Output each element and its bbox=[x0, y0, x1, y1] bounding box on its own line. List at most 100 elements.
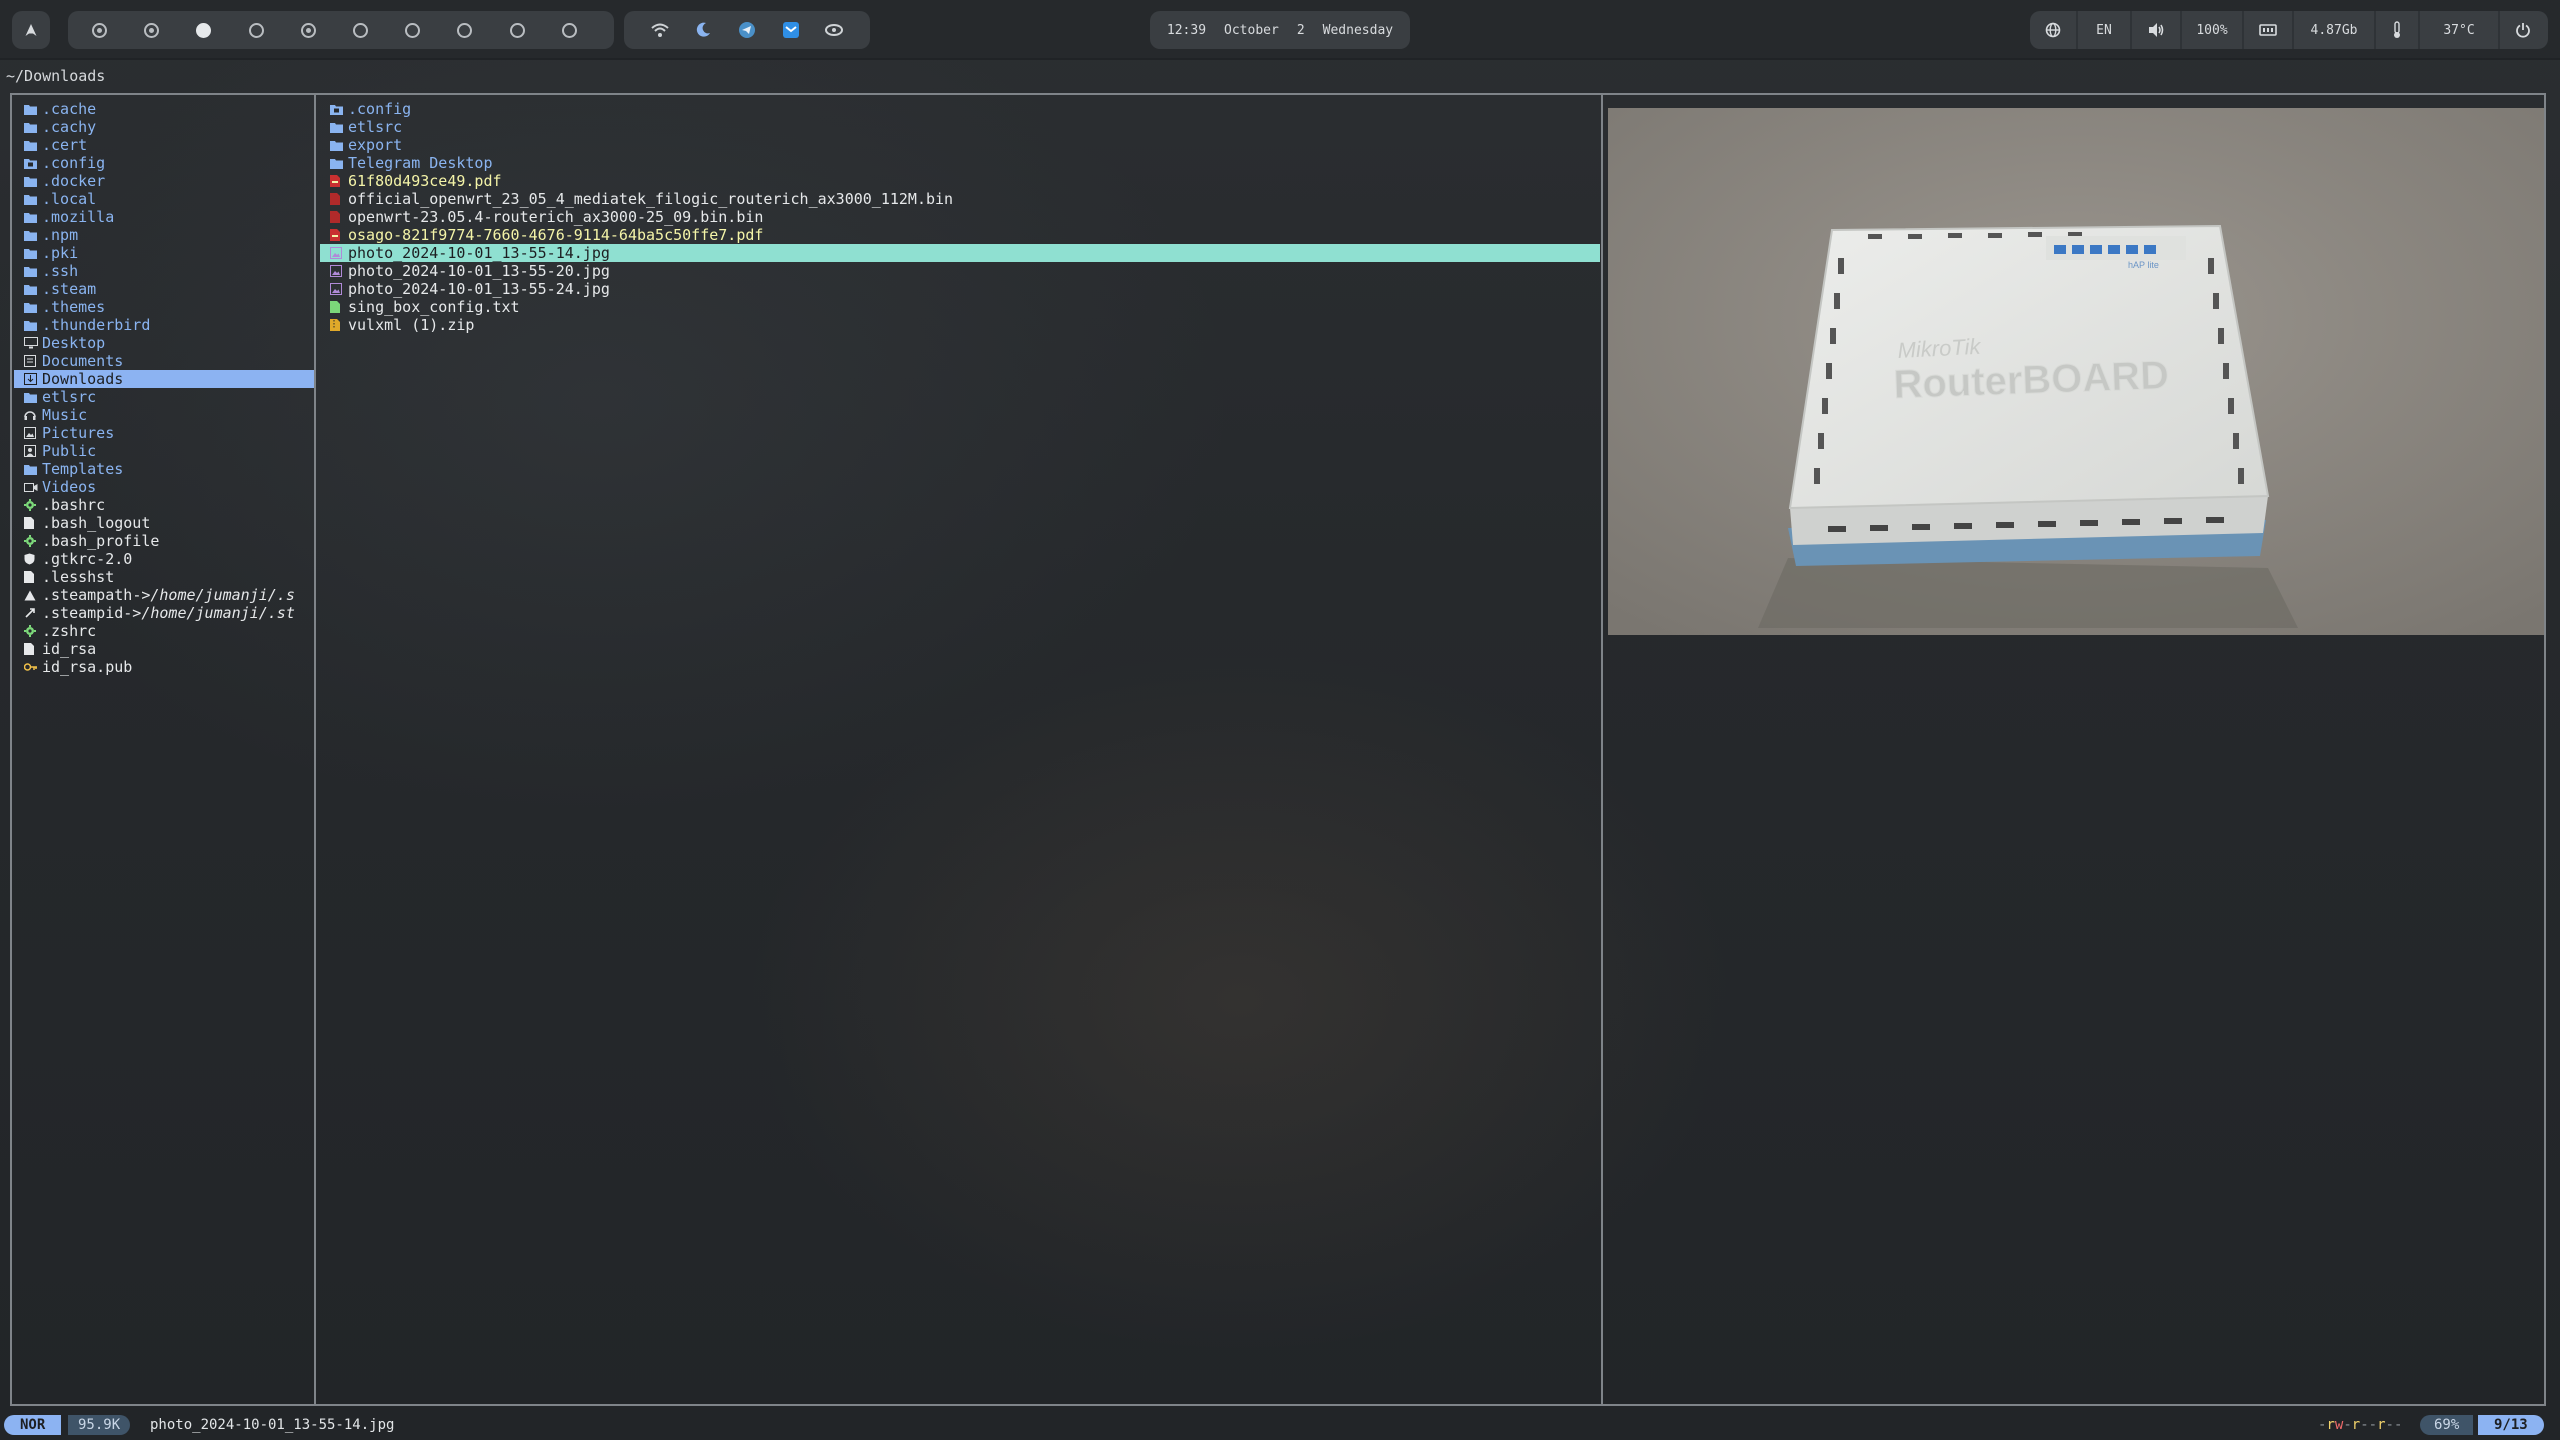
entry-name: id_rsa.pub bbox=[42, 658, 133, 676]
entry-name: .steampath bbox=[42, 586, 133, 604]
entry-name: .lesshst bbox=[42, 568, 115, 586]
entry-name: .cache bbox=[42, 100, 97, 118]
file-entry[interactable]: .thunderbird bbox=[14, 316, 314, 334]
globe-icon[interactable] bbox=[2030, 11, 2078, 49]
workspace-dot-icon bbox=[300, 22, 316, 38]
file-entry[interactable]: openwrt-23.05.4-routerich_ax3000-25_09.b… bbox=[320, 208, 1600, 226]
file-entry[interactable]: .docker bbox=[14, 172, 314, 190]
file-entry[interactable]: .npm bbox=[14, 226, 314, 244]
file-entry[interactable]: .themes bbox=[14, 298, 314, 316]
workspace-3[interactable] bbox=[196, 11, 248, 49]
power-icon[interactable] bbox=[2500, 11, 2546, 49]
selected-entry[interactable]: photo_2024-10-01_13-55-14.jpg bbox=[320, 244, 1600, 262]
image-file-icon bbox=[330, 265, 348, 277]
file-entry[interactable]: .cache bbox=[14, 100, 314, 118]
file-entry[interactable]: Desktop bbox=[14, 334, 314, 352]
entry-name: openwrt-23.05.4-routerich_ax3000-25_09.b… bbox=[348, 208, 764, 226]
folder-icon bbox=[24, 464, 42, 475]
file-entry[interactable]: vulxml (1).zip bbox=[320, 316, 1600, 334]
entry-name: Videos bbox=[42, 478, 97, 496]
file-entry[interactable]: .config bbox=[14, 154, 314, 172]
workspace-6[interactable] bbox=[353, 11, 405, 49]
file-entry[interactable]: .cachy bbox=[14, 118, 314, 136]
workspace-dot-icon bbox=[509, 22, 525, 38]
file-entry[interactable]: official_openwrt_23_05_4_mediatek_filogi… bbox=[320, 190, 1600, 208]
file-entry[interactable]: .bashrc bbox=[14, 496, 314, 514]
launcher-button[interactable] bbox=[12, 11, 50, 49]
file-entry[interactable]: Pictures bbox=[14, 424, 314, 442]
file-entry[interactable]: id_rsa bbox=[14, 640, 314, 658]
workspace-7[interactable] bbox=[405, 11, 457, 49]
workspace-9[interactable] bbox=[509, 11, 562, 49]
file-entry[interactable]: Telegram Desktop bbox=[320, 154, 1600, 172]
file-entry[interactable]: id_rsa.pub bbox=[14, 658, 314, 676]
file-entry[interactable]: 61f80d493ce49.pdf bbox=[320, 172, 1600, 190]
workspace-dot-icon bbox=[405, 22, 421, 38]
file-entry[interactable]: Music bbox=[14, 406, 314, 424]
file-entry[interactable]: .bash_logout bbox=[14, 514, 314, 532]
pane-divider-right[interactable] bbox=[1601, 93, 1603, 1406]
mail-icon[interactable] bbox=[781, 20, 801, 40]
workspace-10[interactable] bbox=[561, 11, 614, 49]
file-entry[interactable]: Documents bbox=[14, 352, 314, 370]
entry-name: photo_2024-10-01_13-55-14.jpg bbox=[348, 244, 610, 262]
file-entry[interactable]: photo_2024-10-01_13-55-24.jpg bbox=[320, 280, 1600, 298]
workspace-2[interactable] bbox=[144, 11, 196, 49]
file-entry[interactable]: .pki bbox=[14, 244, 314, 262]
file-entry[interactable]: Public bbox=[14, 442, 314, 460]
file-entry[interactable]: .steampath -> /home/jumanji/.s bbox=[14, 586, 314, 604]
preview-brand-small: MikroTik bbox=[1897, 334, 1982, 363]
public-icon bbox=[24, 445, 42, 457]
file-entry[interactable]: etlsrc bbox=[320, 118, 1600, 136]
file-size: 95.9K bbox=[68, 1415, 131, 1435]
file-entry[interactable]: .steampid -> /home/jumanji/.st bbox=[14, 604, 314, 622]
folder-icon bbox=[330, 140, 348, 151]
top-bar: 12:39 October 2 Wednesday EN 100% 4.87Gb… bbox=[0, 0, 2560, 60]
workspace-8[interactable] bbox=[457, 11, 509, 49]
videos-icon bbox=[24, 482, 42, 493]
file-entry[interactable]: .zshrc bbox=[14, 622, 314, 640]
file-entry[interactable]: .gtkrc-2.0 bbox=[14, 550, 314, 568]
bluetooth-moon-icon[interactable] bbox=[693, 20, 713, 40]
downloads-icon bbox=[24, 373, 42, 385]
file-entry[interactable]: Videos bbox=[14, 478, 314, 496]
wifi-icon[interactable] bbox=[650, 20, 670, 40]
clock-time: 12:39 bbox=[1166, 22, 1207, 38]
thermometer-icon bbox=[2376, 11, 2420, 49]
selected-entry[interactable]: Downloads bbox=[14, 370, 314, 388]
entry-name: osago-821f9774-7660-4676-9114-64ba5c50ff… bbox=[348, 226, 764, 244]
volume-icon[interactable] bbox=[2132, 11, 2182, 49]
file-entry[interactable]: .local bbox=[14, 190, 314, 208]
scroll-percent: 69% bbox=[2420, 1415, 2474, 1435]
file-entry[interactable]: photo_2024-10-01_13-55-20.jpg bbox=[320, 262, 1600, 280]
file-entry[interactable]: .config bbox=[320, 100, 1600, 118]
entry-name: .local bbox=[42, 190, 97, 208]
temperature: 37°C bbox=[2420, 11, 2500, 49]
keyboard-layout[interactable]: EN bbox=[2078, 11, 2132, 49]
file-entry[interactable]: .steam bbox=[14, 280, 314, 298]
pane-divider-left[interactable] bbox=[314, 93, 316, 1406]
file-entry[interactable]: osago-821f9774-7660-4676-9114-64ba5c50ff… bbox=[320, 226, 1600, 244]
file-entry[interactable]: .bash_profile bbox=[14, 532, 314, 550]
file-entry[interactable]: .cert bbox=[14, 136, 314, 154]
file-entry[interactable]: .lesshst bbox=[14, 568, 314, 586]
file-entry[interactable]: .ssh bbox=[14, 262, 314, 280]
file-entry[interactable]: export bbox=[320, 136, 1600, 154]
eye-icon[interactable] bbox=[824, 20, 844, 40]
file-entry[interactable]: .mozilla bbox=[14, 208, 314, 226]
image-file-icon bbox=[330, 247, 348, 259]
memory-icon bbox=[2244, 11, 2294, 49]
folder-icon bbox=[330, 158, 348, 169]
file-entry[interactable]: Templates bbox=[14, 460, 314, 478]
workspace-1[interactable] bbox=[92, 11, 144, 49]
telegram-icon[interactable] bbox=[737, 20, 757, 40]
file-entry[interactable]: sing_box_config.txt bbox=[320, 298, 1600, 316]
entry-name: .bash_logout bbox=[42, 514, 151, 532]
volume-level[interactable]: 100% bbox=[2182, 11, 2244, 49]
file-entry[interactable]: etlsrc bbox=[14, 388, 314, 406]
entry-name: .cert bbox=[42, 136, 88, 154]
clock[interactable]: 12:39 October 2 Wednesday bbox=[1150, 11, 1410, 49]
workspace-5[interactable] bbox=[300, 11, 353, 49]
workspace-4[interactable] bbox=[248, 11, 301, 49]
entry-name: .cachy bbox=[42, 118, 97, 136]
